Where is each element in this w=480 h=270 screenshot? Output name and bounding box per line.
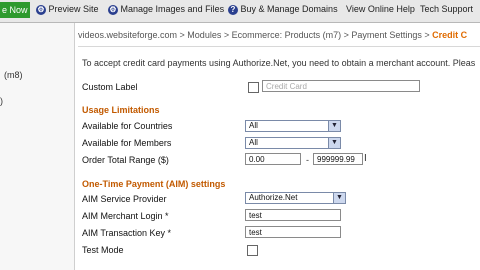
custom-label-input[interactable]: Credit Card — [262, 80, 420, 92]
manage-images-link[interactable]: ⚙ Manage Images and Files — [108, 4, 224, 15]
range-min-input[interactable]: 0.00 — [245, 153, 301, 165]
members-selected: All — [249, 138, 258, 147]
test-mode-label: Test Mode — [82, 245, 124, 255]
chevron-down-icon: ▼ — [328, 138, 340, 148]
members-select[interactable]: All ▼ — [245, 137, 341, 149]
range-separator: - — [306, 155, 309, 165]
merchant-login-label: AIM Merchant Login * — [82, 211, 169, 221]
preview-site-link[interactable]: ⚙ Preview Site — [36, 4, 99, 15]
tech-support-link[interactable]: Tech Support — [420, 4, 473, 14]
custom-label-checkbox[interactable] — [248, 82, 259, 93]
custom-label-label: Custom Label — [82, 82, 138, 92]
help-icon: ? — [228, 4, 238, 15]
breadcrumb: videos.websiteforge.com > Modules > Ecom… — [78, 30, 480, 44]
gear-icon: ⚙ — [108, 4, 118, 15]
usage-limitations-heading: Usage Limitations — [82, 105, 160, 115]
breadcrumb-divider — [78, 46, 480, 47]
chevron-down-icon: ▼ — [328, 121, 340, 131]
gear-icon: ⚙ — [36, 4, 46, 15]
intro-text: To accept credit card payments using Aut… — [82, 58, 476, 68]
left-sidebar: (m8) ) — [0, 23, 75, 270]
chevron-down-icon: ▼ — [333, 193, 345, 203]
members-label: Available for Members — [82, 138, 172, 148]
text-cursor-icon: I — [364, 153, 367, 164]
aim-heading: One-Time Payment (AIM) settings — [82, 179, 226, 189]
buy-domains-label: Buy & Manage Domains — [240, 4, 338, 14]
countries-label: Available for Countries — [82, 121, 173, 131]
breadcrumb-current: Credit C — [432, 30, 468, 40]
view-help-link[interactable]: View Online Help — [346, 4, 415, 14]
breadcrumb-path[interactable]: videos.websiteforge.com > Modules > Ecom… — [78, 30, 430, 40]
test-mode-checkbox[interactable] — [247, 245, 258, 256]
preview-site-label: Preview Site — [48, 4, 99, 14]
merchant-login-input[interactable]: test — [245, 209, 341, 221]
service-provider-select[interactable]: Authorize.Net ▼ — [245, 192, 346, 204]
truncated-menu-item[interactable]: e Now — [0, 2, 30, 18]
transaction-key-label: AIM Transaction Key * — [82, 228, 172, 238]
range-max-input[interactable]: 999999.99 — [313, 153, 363, 165]
manage-images-label: Manage Images and Files — [120, 4, 225, 14]
buy-domains-link[interactable]: ? Buy & Manage Domains — [228, 4, 338, 15]
countries-select[interactable]: All ▼ — [245, 120, 341, 132]
sidebar-item-fragment[interactable]: ) — [0, 96, 3, 106]
service-provider-label: AIM Service Provider — [82, 194, 167, 204]
order-range-label: Order Total Range ($) — [82, 155, 169, 165]
countries-selected: All — [249, 121, 258, 130]
custom-label-placeholder: Credit Card — [266, 82, 307, 91]
transaction-key-input[interactable]: test — [245, 226, 341, 238]
top-toolbar: e Now ⚙ Preview Site ⚙ Manage Images and… — [0, 0, 480, 23]
service-provider-selected: Authorize.Net — [249, 193, 298, 202]
sidebar-item-m8[interactable]: (m8) — [4, 70, 23, 80]
